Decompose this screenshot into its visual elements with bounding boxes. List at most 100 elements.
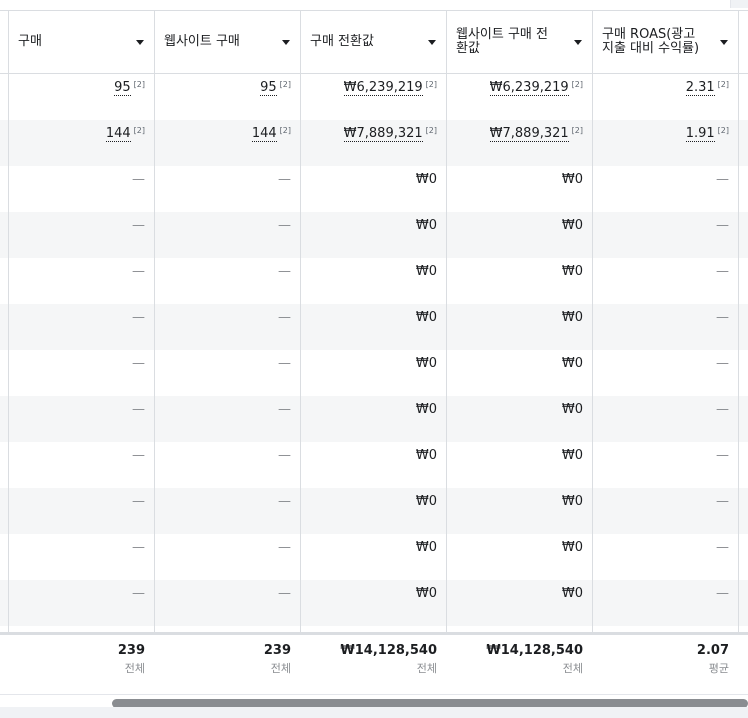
cell-value[interactable]: 95 bbox=[114, 81, 131, 96]
table-cell: ₩0 bbox=[300, 258, 446, 304]
summary-cell: ₩14,128,540 전체 bbox=[446, 635, 592, 695]
table-cell: ₩0 bbox=[300, 350, 446, 396]
sort-caret-down-icon[interactable] bbox=[282, 39, 290, 45]
empty-value: — bbox=[278, 402, 291, 417]
table-header: 구매 웹사이트 구매 구매 전환값 웹사이트 구매 전 환값 구매 ROAS(광고 지출… bbox=[0, 10, 748, 74]
table-cell: ₩0 bbox=[300, 534, 446, 580]
table-cell: — bbox=[154, 534, 300, 580]
table-cell: ₩0 bbox=[300, 488, 446, 534]
column-header-label: 웹사이트 구매 전 환값 bbox=[456, 27, 548, 56]
column-header-label: 웹사이트 구매 bbox=[164, 34, 240, 49]
cell-value: ₩0 bbox=[561, 494, 583, 509]
summary-cell: 2.07 평균 bbox=[592, 635, 738, 695]
table-cell: ₩0 bbox=[446, 488, 592, 534]
table-cell: ₩0 bbox=[446, 396, 592, 442]
table-cell: ₩0 bbox=[300, 304, 446, 350]
summary-value: ₩14,128,540 bbox=[340, 643, 437, 658]
cell-value[interactable]: 144 bbox=[251, 127, 277, 142]
table-cell: — bbox=[154, 304, 300, 350]
table-cell: — bbox=[592, 534, 738, 580]
empty-value: — bbox=[278, 448, 291, 463]
cell-value: ₩0 bbox=[415, 264, 437, 279]
table-cell: — bbox=[592, 350, 738, 396]
summary-label: 전체 bbox=[124, 662, 145, 675]
table-cell: — bbox=[592, 258, 738, 304]
cell-value: ₩0 bbox=[561, 402, 583, 417]
cell-value: ₩0 bbox=[561, 448, 583, 463]
cell-value[interactable]: 2.31 bbox=[685, 81, 715, 96]
table-cell: ₩0 bbox=[446, 166, 592, 212]
cell-value: ₩0 bbox=[561, 540, 583, 555]
sort-caret-down-icon[interactable] bbox=[136, 39, 144, 45]
column-header-2[interactable]: 웹사이트 구매 bbox=[154, 11, 300, 73]
empty-value: — bbox=[716, 586, 729, 601]
cell-value: ₩0 bbox=[561, 356, 583, 371]
table-cell: — bbox=[592, 396, 738, 442]
footnote-marker: [2] bbox=[571, 126, 583, 135]
cell-value[interactable]: 95 bbox=[260, 81, 277, 96]
table-cell: ₩7,889,321 [2] bbox=[300, 120, 446, 166]
footnote-marker: [2] bbox=[133, 126, 145, 135]
empty-value: — bbox=[716, 218, 729, 233]
table-cell: — bbox=[8, 396, 154, 442]
empty-value: — bbox=[716, 402, 729, 417]
table-cell: ₩0 bbox=[300, 396, 446, 442]
cell-value: ₩0 bbox=[415, 402, 437, 417]
empty-value: — bbox=[278, 356, 291, 371]
cell-value[interactable]: ₩7,889,321 bbox=[343, 127, 423, 142]
footnote-marker: [2] bbox=[425, 126, 437, 135]
empty-value: — bbox=[278, 264, 291, 279]
table-cell: ₩0 bbox=[300, 442, 446, 488]
cell-value[interactable]: ₩6,239,219 bbox=[489, 81, 569, 96]
table-cell: ₩0 bbox=[446, 304, 592, 350]
summary-value: ₩14,128,540 bbox=[486, 643, 583, 658]
cell-value: ₩0 bbox=[561, 310, 583, 325]
table-cell: — bbox=[8, 488, 154, 534]
table-cell: 2.31 [2] bbox=[592, 74, 738, 120]
cell-value[interactable]: 144 bbox=[105, 127, 131, 142]
column-divider bbox=[154, 10, 155, 690]
column-header-5[interactable]: 구매 ROAS(광고 지출 대비 수익률) bbox=[592, 11, 738, 73]
top-strip bbox=[0, 0, 748, 10]
table-cell: — bbox=[592, 304, 738, 350]
cell-value[interactable]: 1.91 bbox=[685, 127, 715, 142]
summary-label: 전체 bbox=[416, 662, 437, 675]
column-divider bbox=[592, 10, 593, 690]
table-row: — — ₩0 ₩0 — bbox=[0, 396, 748, 442]
table-cell: ₩0 bbox=[300, 580, 446, 626]
sort-caret-down-icon[interactable] bbox=[428, 39, 436, 45]
table-cell: — bbox=[8, 304, 154, 350]
empty-value: — bbox=[716, 494, 729, 509]
empty-value: — bbox=[716, 264, 729, 279]
empty-value: — bbox=[278, 494, 291, 509]
cell-value[interactable]: ₩6,239,219 bbox=[343, 81, 423, 96]
sort-caret-down-icon[interactable] bbox=[574, 39, 582, 45]
empty-value: — bbox=[132, 218, 145, 233]
cell-value: ₩0 bbox=[561, 264, 583, 279]
footnote-marker: [2] bbox=[717, 80, 729, 89]
empty-value: — bbox=[132, 540, 145, 555]
empty-value: — bbox=[716, 310, 729, 325]
column-header-4[interactable]: 웹사이트 구매 전 환값 bbox=[446, 11, 592, 73]
empty-value: — bbox=[716, 172, 729, 187]
sort-caret-down-icon[interactable] bbox=[720, 39, 728, 45]
table-cell: 144 [2] bbox=[8, 120, 154, 166]
table-cell: — bbox=[8, 580, 154, 626]
cell-value[interactable]: ₩7,889,321 bbox=[489, 127, 569, 142]
table-row: 144 [2] 144 [2] ₩7,889,321 [2] ₩7,889,321 [2] 1.… bbox=[0, 120, 748, 166]
cell-value: ₩0 bbox=[561, 586, 583, 601]
summary-cell: 239 전체 bbox=[8, 635, 154, 695]
column-header-label: 구매 bbox=[18, 34, 42, 49]
column-header-label: 구매 전환값 bbox=[310, 34, 374, 49]
empty-value: — bbox=[278, 218, 291, 233]
summary-label: 전체 bbox=[562, 662, 583, 675]
summary-cell: 239 전체 bbox=[154, 635, 300, 695]
column-header-1[interactable]: 구매 bbox=[8, 11, 154, 73]
table-cell: 95 [2] bbox=[154, 74, 300, 120]
table-cell: ₩0 bbox=[446, 534, 592, 580]
table-row: — — ₩0 ₩0 — bbox=[0, 580, 748, 626]
empty-value: — bbox=[132, 586, 145, 601]
cell-value: ₩0 bbox=[415, 172, 437, 187]
column-header-3[interactable]: 구매 전환값 bbox=[300, 11, 446, 73]
footnote-marker: [2] bbox=[717, 126, 729, 135]
